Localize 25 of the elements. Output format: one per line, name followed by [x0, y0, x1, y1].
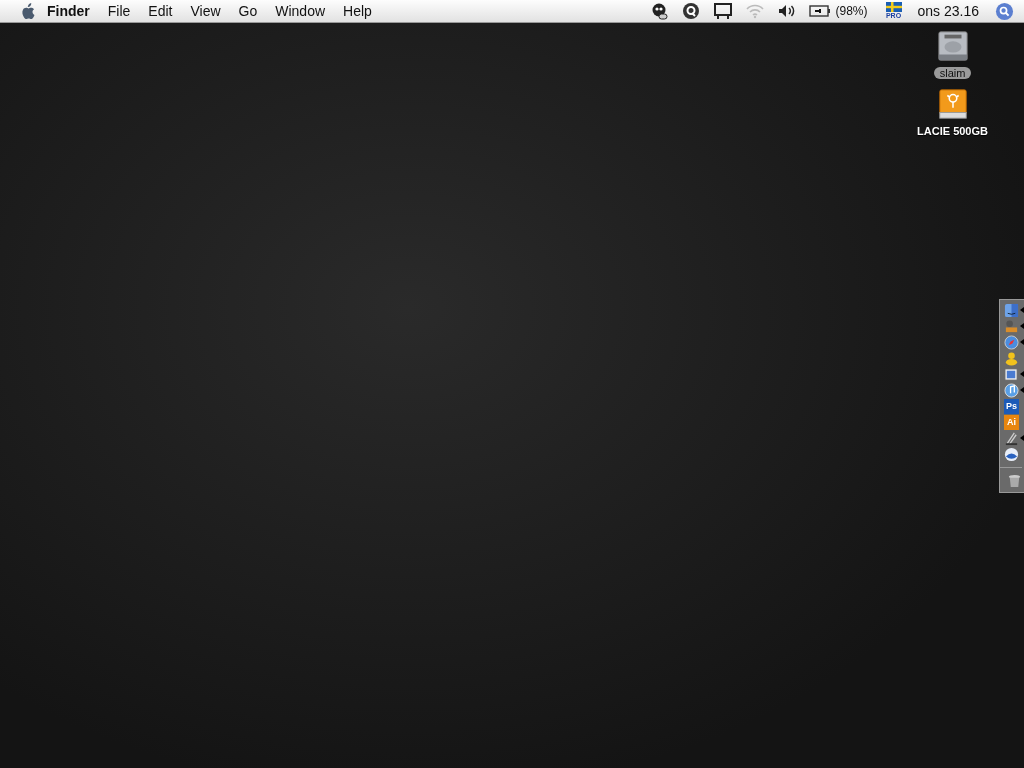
hard-drive-icon[interactable] — [935, 29, 970, 63]
finder-face-icon[interactable] — [1004, 302, 1019, 318]
menu-item[interactable]: Window — [275, 3, 326, 19]
display-icon[interactable] — [713, 2, 734, 20]
trash-icon[interactable] — [1007, 472, 1022, 488]
menu-item[interactable]: File — [107, 3, 131, 19]
app-menu[interactable]: Finder — [47, 3, 90, 19]
menu-item[interactable]: Help — [343, 3, 372, 19]
battery-percentage[interactable]: (98%) — [835, 4, 868, 18]
app-icon[interactable]: Ps — [1004, 398, 1019, 414]
menu-item[interactable]: Edit — [148, 3, 173, 19]
battery-icon[interactable] — [809, 4, 832, 18]
app-icon[interactable] — [1004, 318, 1019, 334]
photo-icon[interactable] — [1004, 366, 1019, 382]
menu-item[interactable]: Go — [238, 3, 258, 19]
desktop-icon-label[interactable]: LACIE 500GB — [911, 125, 994, 137]
desktop-icon-label[interactable]: slaim — [933, 67, 972, 79]
compass-icon[interactable] — [1004, 334, 1019, 350]
pen-icon[interactable] — [1004, 430, 1019, 446]
flag-icon — [885, 2, 902, 12]
menu-item[interactable]: View — [190, 3, 221, 19]
apple-menu-icon[interactable] — [20, 2, 35, 20]
search-icon[interactable] — [995, 1, 1014, 21]
q-circle-icon[interactable] — [681, 2, 702, 20]
clock[interactable]: ons 23.16 — [917, 3, 979, 19]
